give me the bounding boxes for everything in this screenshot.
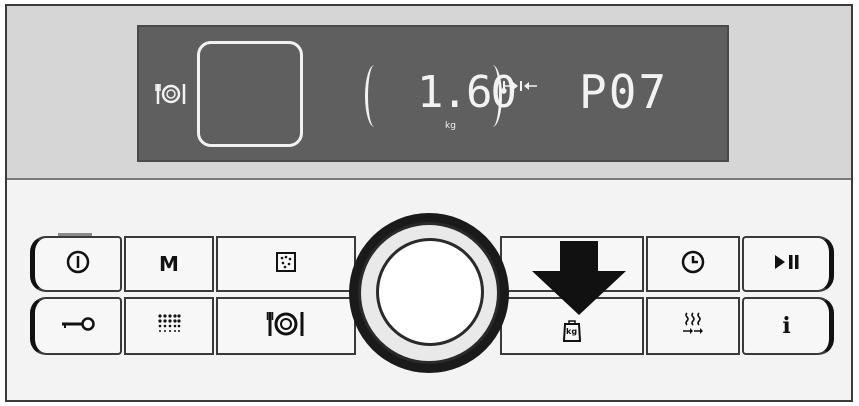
timer-button[interactable] <box>646 236 740 292</box>
display-bracket-left <box>365 65 384 127</box>
power-icon <box>65 249 91 279</box>
display-area: 1.60 kg P07 <box>7 6 851 180</box>
program-code: P07 <box>579 65 669 119</box>
drying-button[interactable] <box>646 297 740 355</box>
display-bracket-right <box>483 65 502 127</box>
key-icon <box>60 316 96 336</box>
intensive-zone-button[interactable] <box>124 297 214 355</box>
load-weight-unit: kg <box>445 121 456 131</box>
program-dial-knob[interactable] <box>376 238 484 346</box>
info-button[interactable]: i <box>742 297 834 355</box>
start-pause-button[interactable] <box>742 236 834 292</box>
dot-grid-icon <box>157 313 181 339</box>
pointer-arrow-icon <box>530 241 628 321</box>
time-range-icon <box>503 77 539 96</box>
info-button-label: i <box>782 313 791 339</box>
lcd-display: 1.60 kg P07 <box>137 25 729 162</box>
dish-icon <box>155 82 187 110</box>
tray-dots-icon <box>275 251 297 277</box>
dishwasher-tray-button[interactable] <box>216 236 356 292</box>
play-pause-icon <box>773 254 801 274</box>
menu-button[interactable]: M <box>124 236 214 292</box>
weight-kg-icon: kg <box>562 320 582 342</box>
dish-icon <box>266 310 306 342</box>
menu-button-label: M <box>159 252 179 276</box>
steam-arrows-icon <box>680 311 706 341</box>
dishes-button[interactable] <box>216 297 356 355</box>
weight-kg-label: kg <box>566 327 578 336</box>
child-lock-button[interactable] <box>30 297 122 355</box>
display-status-box <box>197 41 303 147</box>
power-button[interactable] <box>30 236 122 292</box>
clock-icon <box>680 249 706 279</box>
